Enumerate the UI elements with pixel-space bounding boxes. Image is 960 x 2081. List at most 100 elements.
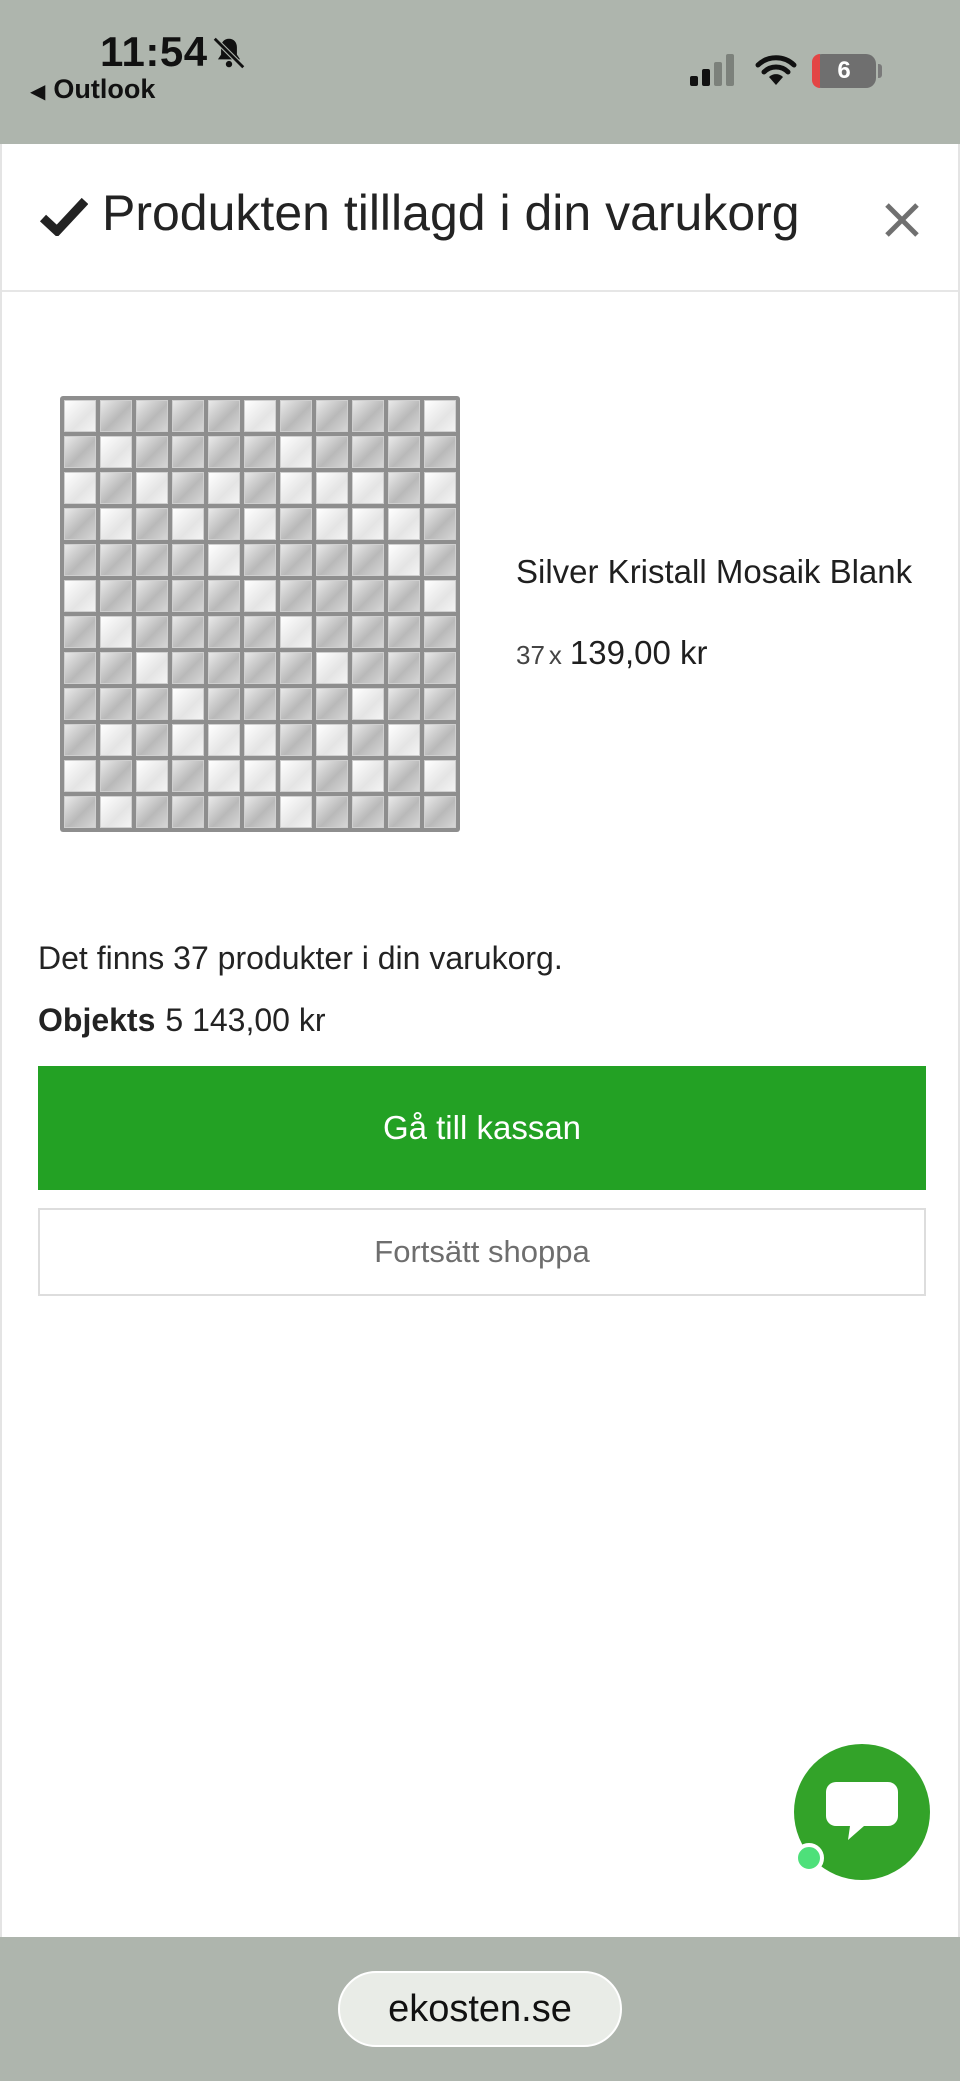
- subtotal-label: Objekts: [38, 1002, 156, 1038]
- mosaic-tile: [316, 760, 348, 792]
- mosaic-tile: [100, 472, 132, 504]
- check-icon: [40, 197, 88, 236]
- url-bar[interactable]: ekosten.se: [338, 1971, 622, 2047]
- mosaic-tile: [100, 688, 132, 720]
- mosaic-tile: [136, 472, 168, 504]
- mosaic-tile: [208, 400, 240, 432]
- mosaic-tile: [64, 724, 96, 756]
- mosaic-tile: [136, 616, 168, 648]
- mosaic-tile: [100, 580, 132, 612]
- battery-cap: [878, 64, 882, 78]
- continue-shopping-button[interactable]: Fortsätt shoppa: [38, 1208, 926, 1296]
- mosaic-tile: [244, 508, 276, 540]
- mosaic-tile: [280, 652, 312, 684]
- product-image: [60, 396, 460, 832]
- back-triangle-icon: ◀: [30, 81, 46, 103]
- mosaic-tile: [352, 724, 384, 756]
- mosaic-tile: [172, 760, 204, 792]
- mosaic-tile: [424, 400, 456, 432]
- mosaic-tile: [208, 796, 240, 828]
- mosaic-tile: [136, 652, 168, 684]
- mosaic-tile: [64, 796, 96, 828]
- mosaic-tile: [208, 544, 240, 576]
- mosaic-tile: [244, 544, 276, 576]
- mosaic-tile: [352, 688, 384, 720]
- mosaic-tile: [136, 400, 168, 432]
- mosaic-tile: [280, 724, 312, 756]
- back-app-label: Outlook: [53, 74, 156, 104]
- mosaic-tile: [172, 472, 204, 504]
- mosaic-tile: [64, 652, 96, 684]
- mosaic-tile: [64, 688, 96, 720]
- mosaic-tile: [172, 544, 204, 576]
- mosaic-tile: [388, 652, 420, 684]
- mosaic-tile: [352, 616, 384, 648]
- mosaic-tile: [388, 760, 420, 792]
- mosaic-tile: [172, 508, 204, 540]
- wifi-icon: [755, 55, 797, 85]
- browser-bottom-bar: ekosten.se: [0, 1937, 960, 2081]
- mosaic-tile: [424, 544, 456, 576]
- mosaic-tile: [316, 724, 348, 756]
- mosaic-tile: [100, 652, 132, 684]
- back-to-app-link[interactable]: ◀ Outlook: [30, 74, 155, 105]
- mosaic-tile: [100, 724, 132, 756]
- mosaic-tile: [316, 508, 348, 540]
- mosaic-tile: [208, 616, 240, 648]
- mosaic-tile: [244, 724, 276, 756]
- mosaic-tile: [388, 472, 420, 504]
- mosaic-tile: [388, 580, 420, 612]
- mosaic-tile: [316, 616, 348, 648]
- mosaic-tile: [424, 724, 456, 756]
- mosaic-tile: [208, 688, 240, 720]
- mosaic-tile: [424, 652, 456, 684]
- mosaic-tile: [64, 544, 96, 576]
- mosaic-tile: [316, 472, 348, 504]
- times-sign: x: [548, 640, 562, 670]
- mosaic-tile: [64, 472, 96, 504]
- modal-header: Produkten tilllagd i din varukorg: [2, 144, 958, 292]
- mosaic-tile: [280, 400, 312, 432]
- mosaic-tile: [208, 436, 240, 468]
- mosaic-tile: [280, 580, 312, 612]
- mosaic-tile: [136, 796, 168, 828]
- mosaic-tile: [64, 616, 96, 648]
- product-unit-price: 139,00 kr: [569, 634, 708, 671]
- mosaic-tile: [172, 580, 204, 612]
- mosaic-tile: [424, 688, 456, 720]
- mosaic-tile: [64, 580, 96, 612]
- product-name: Silver Kristall Mosaik Blank: [516, 553, 913, 590]
- battery-indicator: 6: [812, 54, 876, 88]
- mosaic-tile: [136, 508, 168, 540]
- mosaic-tile: [280, 544, 312, 576]
- mosaic-tile: [64, 760, 96, 792]
- mosaic-tile: [316, 652, 348, 684]
- mosaic-tile: [244, 760, 276, 792]
- mosaic-tile: [424, 796, 456, 828]
- checkout-button[interactable]: Gå till kassan: [38, 1066, 926, 1190]
- mosaic-tile: [100, 616, 132, 648]
- mosaic-tile: [64, 508, 96, 540]
- mosaic-tile: [136, 580, 168, 612]
- mosaic-tile: [172, 724, 204, 756]
- mosaic-tile: [136, 544, 168, 576]
- mosaic-tile: [244, 580, 276, 612]
- mosaic-tile: [244, 472, 276, 504]
- mosaic-tile: [100, 544, 132, 576]
- mosaic-tile: [208, 760, 240, 792]
- mosaic-tile: [280, 508, 312, 540]
- mosaic-tile: [136, 760, 168, 792]
- mosaic-tile: [388, 508, 420, 540]
- close-icon[interactable]: [882, 200, 922, 240]
- mosaic-tile: [208, 724, 240, 756]
- mosaic-tile: [208, 652, 240, 684]
- mosaic-tile: [316, 436, 348, 468]
- mosaic-tile: [424, 616, 456, 648]
- mosaic-tile: [244, 400, 276, 432]
- status-time: 11:54: [100, 28, 208, 75]
- mosaic-tile: [388, 616, 420, 648]
- mosaic-tile: [172, 796, 204, 828]
- mosaic-tile: [100, 508, 132, 540]
- mosaic-tile: [388, 436, 420, 468]
- mosaic-tile: [424, 436, 456, 468]
